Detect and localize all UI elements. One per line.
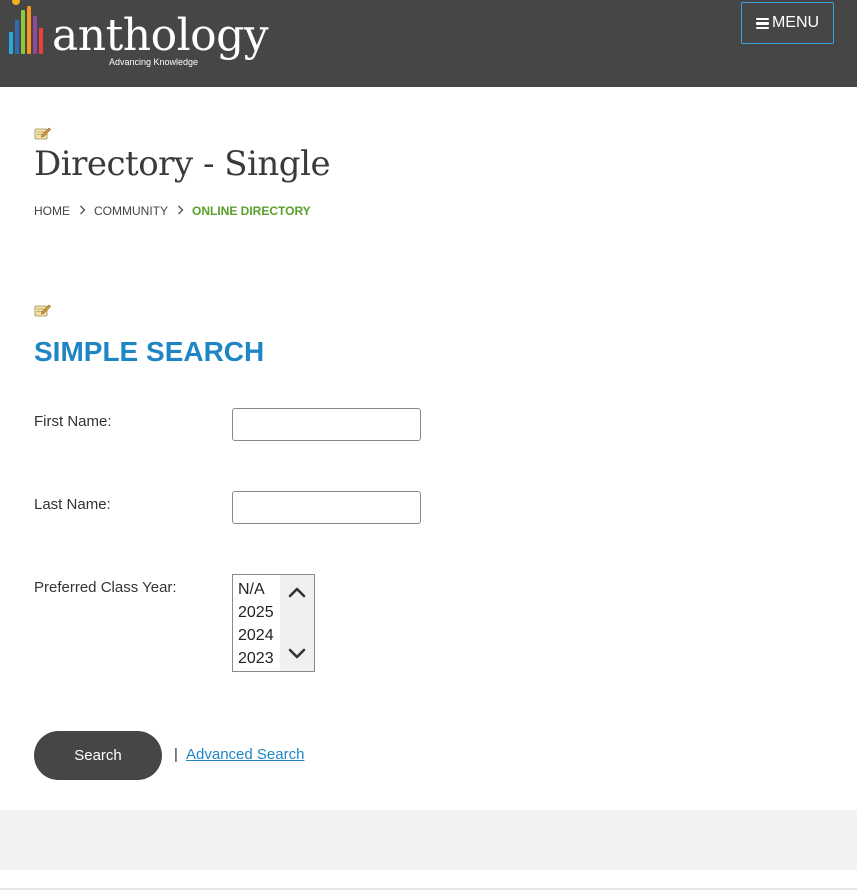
chevron-down-icon[interactable] [288,647,306,661]
first-name-label: First Name: [34,413,112,430]
page-title: Directory - Single [34,144,331,184]
section-title: SIMPLE SEARCH [34,336,265,367]
class-year-option[interactable]: 2025 [238,601,274,624]
breadcrumb-online-directory: ONLINE DIRECTORY [192,204,311,218]
site-header: anthology Advancing Knowledge MENU [0,0,857,87]
search-button[interactable]: Search [34,731,162,780]
chevron-right-icon [70,205,94,218]
footer-divider [0,888,857,890]
anthology-logo[interactable]: anthology Advancing Knowledge [8,0,269,72]
logo-wordmark: anthology [52,10,269,61]
first-name-input[interactable] [232,408,421,441]
chevron-up-icon[interactable] [288,585,306,599]
chevron-right-icon [168,205,192,218]
class-year-label: Preferred Class Year: [34,579,177,596]
listbox-scrollbar[interactable] [280,575,314,671]
menu-button[interactable]: MENU [741,2,834,44]
logo-tagline: Advancing Knowledge [109,57,199,67]
last-name-label: Last Name: [34,496,111,513]
class-year-listbox[interactable]: N/A 2025 2024 2023 [232,574,315,672]
last-name-input[interactable] [232,491,421,524]
class-year-option[interactable]: N/A [238,578,265,601]
link-separator: | [174,746,178,763]
logo-bars-icon [8,6,48,54]
class-year-option[interactable]: 2023 [238,647,274,670]
edit-pencil-icon[interactable] [34,303,51,317]
hamburger-icon [755,17,769,29]
breadcrumb-home[interactable]: HOME [34,204,70,218]
logo-spark-icon [12,0,20,5]
breadcrumb-community[interactable]: COMMUNITY [94,204,168,218]
class-year-option[interactable]: 2024 [238,624,274,647]
breadcrumb: HOME COMMUNITY ONLINE DIRECTORY [34,204,311,218]
menu-label: MENU [771,14,820,31]
advanced-search-link[interactable]: Advanced Search [186,746,304,763]
footer-band [0,810,857,870]
edit-pencil-icon[interactable] [34,126,51,140]
